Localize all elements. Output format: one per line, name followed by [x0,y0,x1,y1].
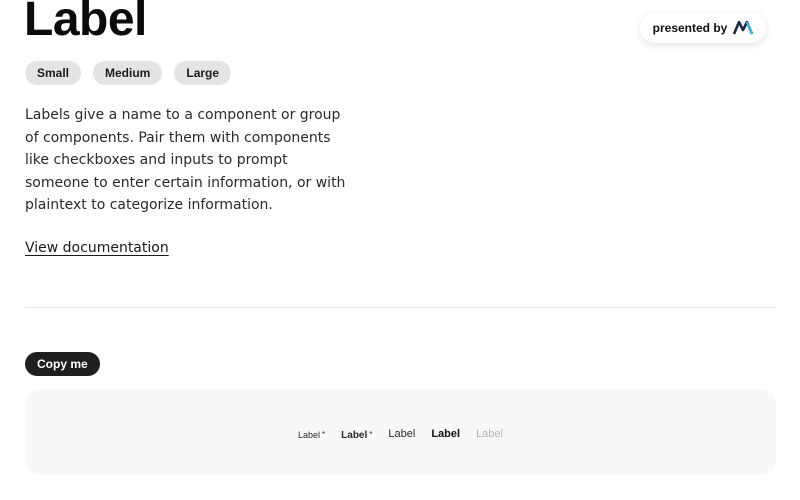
presented-by-text: presented by [652,21,728,35]
component-description: Labels give a name to a component or gro… [25,107,346,214]
section-divider [25,307,776,308]
brand-logo-icon [733,21,754,35]
label-text: Label [341,430,368,441]
label-variants-row: Label * Label * Label Label Label [25,425,776,443]
size-chip-large[interactable]: Large [174,61,232,85]
label-preview-panel: Label * Label * Label Label Label [25,389,776,475]
size-chip-group: Small Medium Large [25,61,232,85]
copy-me-button[interactable]: Copy me [25,352,100,376]
size-chip-medium[interactable]: Medium [93,61,163,85]
required-asterisk: * [322,430,326,439]
label-disabled: Label [476,428,503,440]
required-asterisk: * [369,430,373,439]
view-documentation-link[interactable]: View documentation [25,240,169,256]
size-chip-small[interactable]: Small [25,61,82,85]
label-text: Label [298,430,321,440]
page-title: Label [24,0,147,46]
label-medium-required: Label * [341,425,372,443]
label-large: Label [388,428,416,440]
label-bold: Label [431,428,461,440]
label-small-required: Label * [298,425,325,443]
presented-by-badge[interactable]: presented by [640,13,766,43]
